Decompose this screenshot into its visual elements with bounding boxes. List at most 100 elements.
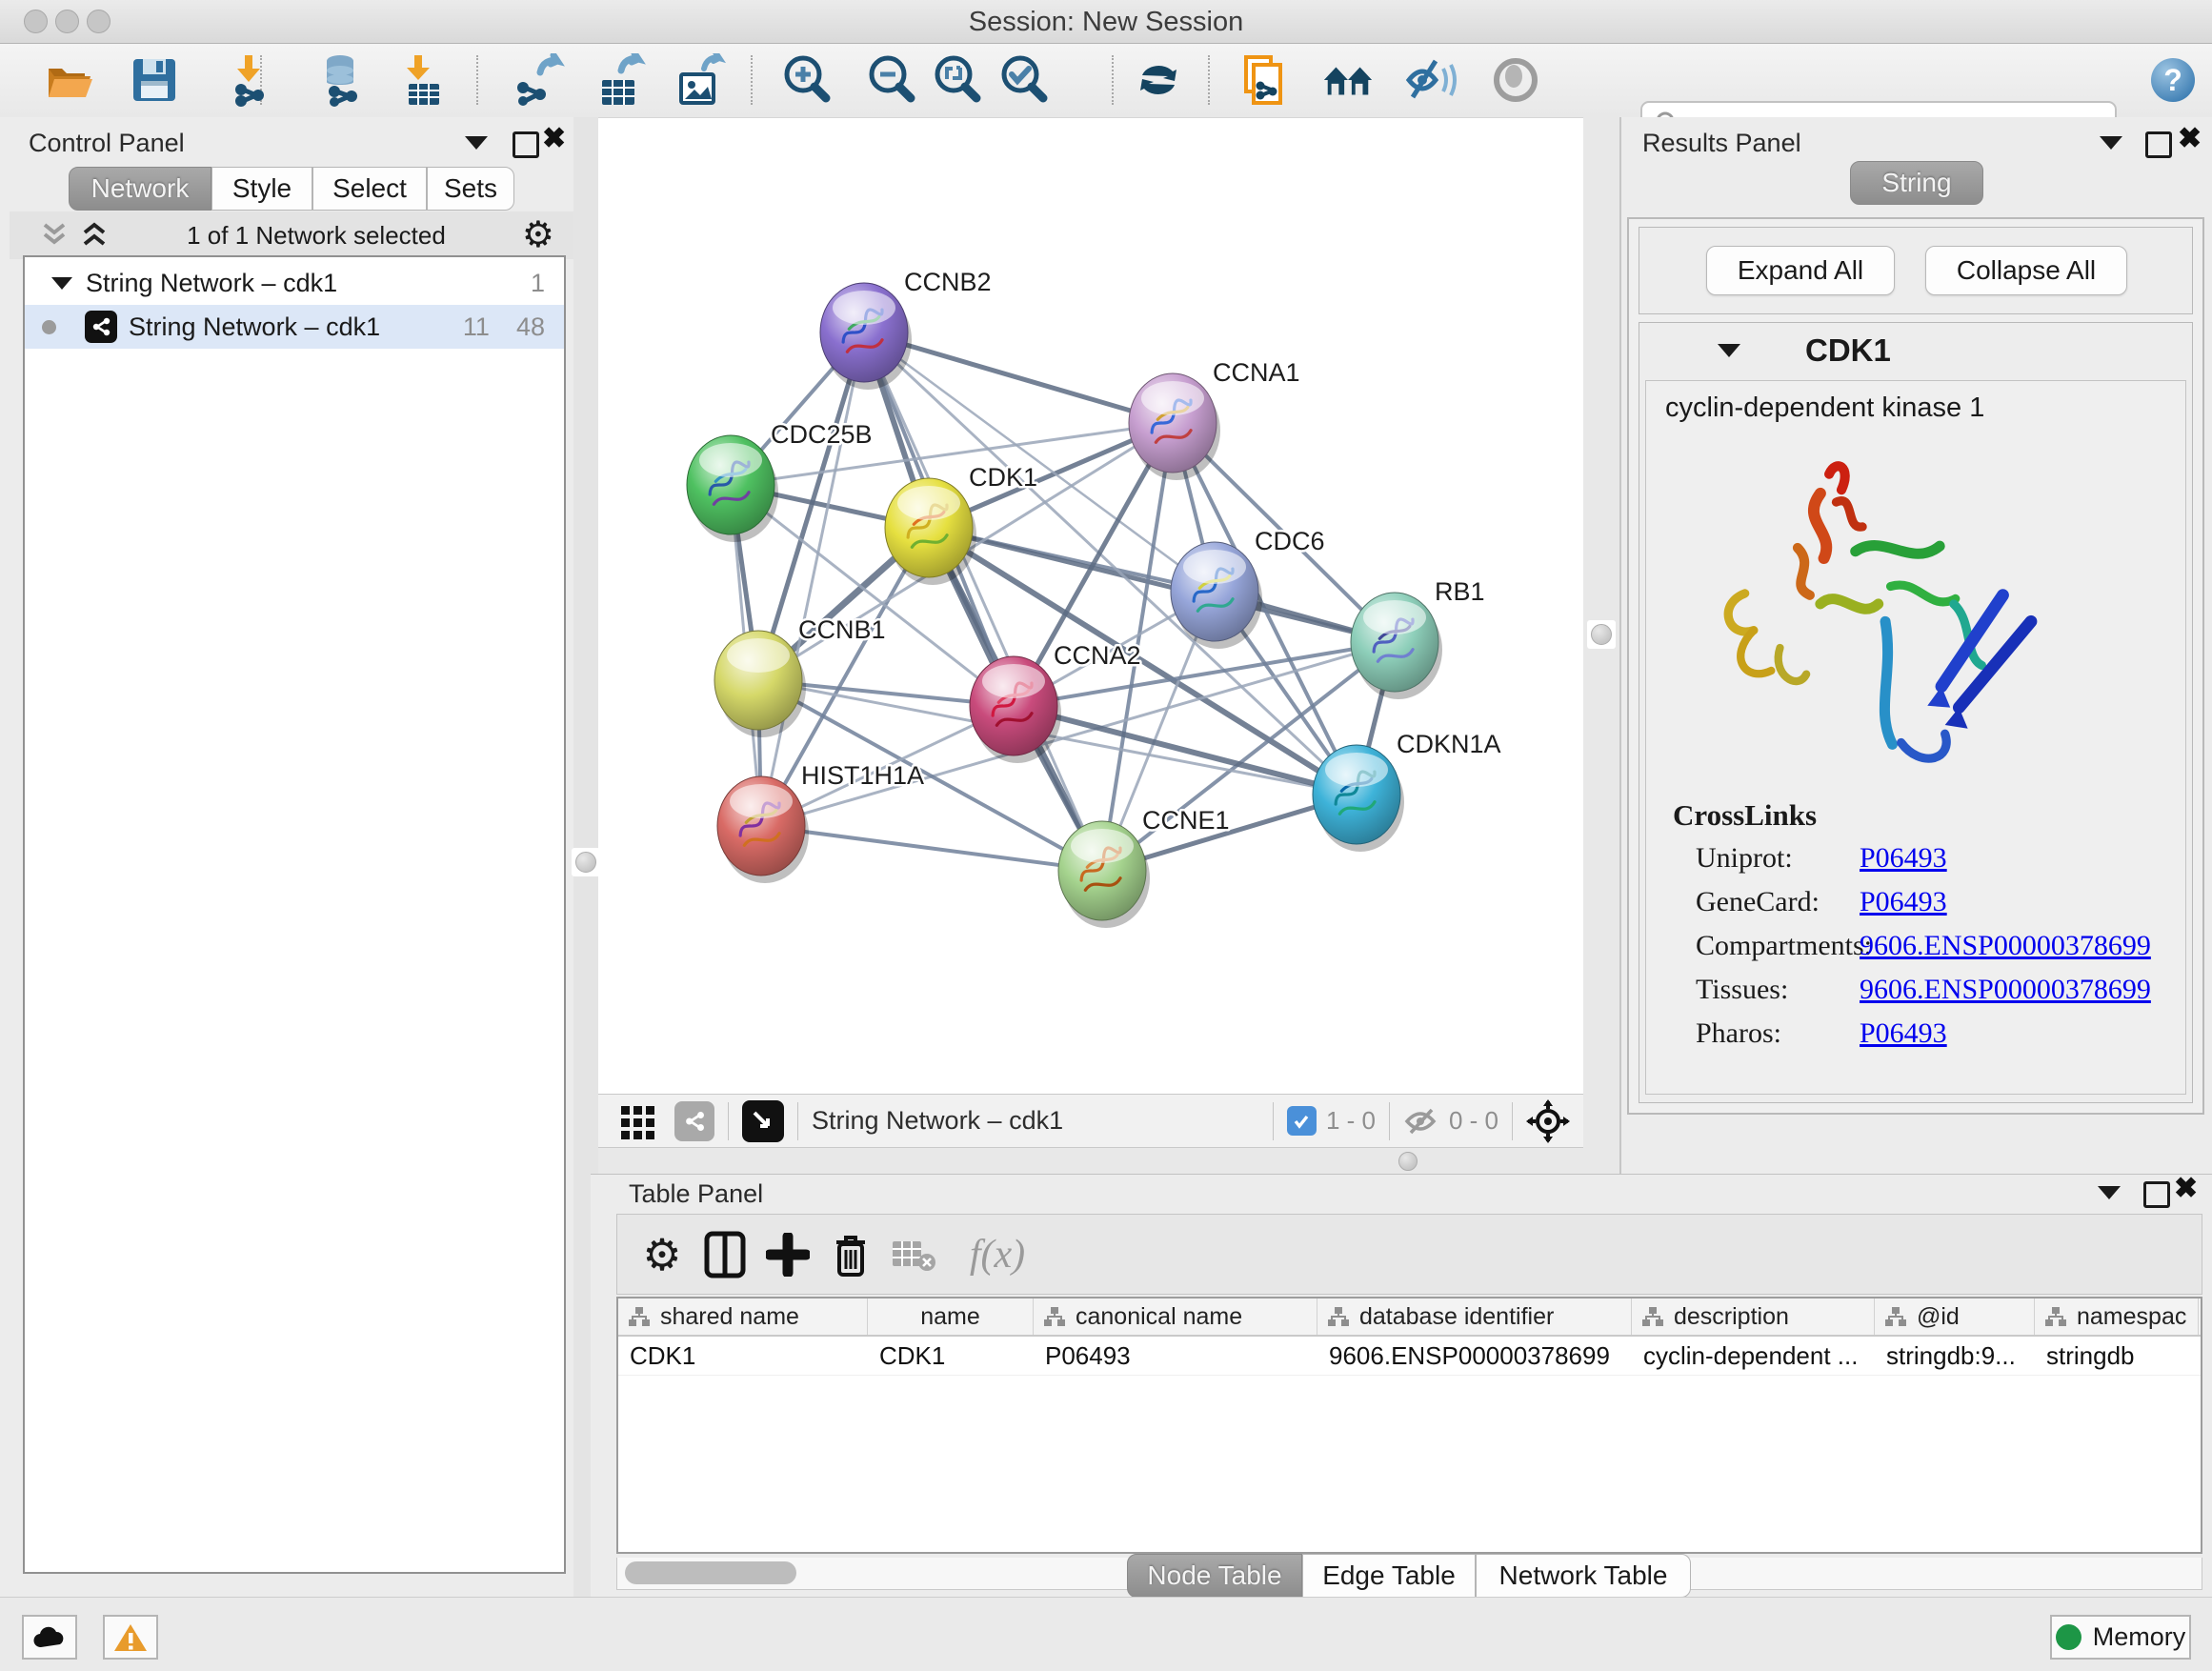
tab-select[interactable]: Select [312, 167, 427, 211]
export-network-button[interactable] [511, 52, 566, 108]
memory-button[interactable]: Memory [2050, 1615, 2191, 1660]
right-splitter[interactable] [1583, 117, 1619, 1174]
tab-style[interactable]: Style [211, 167, 312, 211]
cloud-status-button[interactable] [22, 1615, 77, 1660]
node-CDK1[interactable]: CDK1 [885, 463, 1037, 585]
export-image-button[interactable] [673, 52, 728, 108]
import-network-file-button[interactable] [227, 52, 282, 108]
scrollbar-thumb[interactable] [625, 1561, 796, 1584]
export-table-button[interactable] [592, 52, 647, 108]
save-session-button[interactable] [127, 52, 182, 108]
crosslink-link[interactable]: P06493 [1860, 1017, 1947, 1050]
add-column-icon[interactable] [756, 1223, 819, 1286]
splitter-handle[interactable] [572, 848, 600, 876]
column-header-shared-name[interactable]: shared name [618, 1299, 868, 1335]
title-bar: Session: New Session [0, 0, 2212, 44]
zoom-out-button[interactable] [864, 52, 919, 108]
column-header-description[interactable]: description [1632, 1299, 1875, 1335]
import-network-database-button[interactable] [314, 52, 370, 108]
node-label-CDKN1A: CDKN1A [1397, 730, 1501, 758]
network-tree-child-row[interactable]: String Network – cdk1 11 48 [25, 305, 564, 349]
node-CDKN1A[interactable]: CDKN1A [1313, 730, 1501, 852]
tab-edge-table[interactable]: Edge Table [1302, 1554, 1476, 1598]
zoom-in-button[interactable] [779, 52, 835, 108]
table-row[interactable]: CDK1CDK1P064939606.ENSP00000378699cyclin… [618, 1337, 2201, 1376]
collapse-all-button[interactable]: Collapse All [1925, 246, 2127, 295]
network-view-toolbar: String Network – cdk1 1 - 0 0 - 0 [598, 1094, 1583, 1148]
table-cell[interactable]: CDK1 [868, 1337, 1034, 1375]
entry-header[interactable]: CDK1 [1639, 323, 2192, 378]
node-CCNE1[interactable]: CCNE1 [1058, 806, 1230, 928]
node-CCNB1[interactable]: CCNB1 [714, 615, 886, 737]
table-panel-close-icon[interactable]: ✖ [2174, 1178, 2198, 1199]
neighbors-button[interactable] [1320, 52, 1376, 108]
table-cell[interactable]: P06493 [1034, 1337, 1317, 1375]
splitter-handle[interactable] [1587, 620, 1616, 649]
birds-eye-grid-icon[interactable] [619, 1102, 657, 1140]
entry-collapse-icon[interactable] [1718, 344, 1740, 357]
open-session-button[interactable] [42, 52, 97, 108]
warning-status-button[interactable] [103, 1615, 158, 1660]
table-type-tabs: Node TableEdge TableNetwork Table [1127, 1554, 1691, 1598]
chevron-double-up-icon[interactable] [78, 221, 111, 250]
edge-CCNE1-HIST1H1A[interactable] [761, 826, 1102, 871]
network-status-dot [42, 320, 56, 334]
tab-sets[interactable]: Sets [427, 167, 514, 211]
save-floppy-icon [131, 56, 178, 104]
column-header-@id[interactable]: @id [1875, 1299, 2035, 1335]
splitter-handle[interactable] [1398, 1152, 1418, 1171]
table-cell[interactable]: 9606.ENSP00000378699 [1317, 1337, 1632, 1375]
control-panel-close-icon[interactable]: ✖ [542, 129, 566, 150]
column-header-namespac[interactable]: namespac [2035, 1299, 2199, 1335]
import-table-file-button[interactable] [396, 52, 452, 108]
crosslink-link[interactable]: 9606.ENSP00000378699 [1860, 930, 2151, 962]
tree-expand-icon[interactable] [51, 277, 72, 290]
crosslink-link[interactable]: P06493 [1860, 842, 1947, 875]
table-settings-gear-icon[interactable]: ⚙ [631, 1223, 694, 1286]
node-CDC6[interactable]: CDC6 [1171, 527, 1325, 649]
table-panel-collapse-icon[interactable] [2098, 1186, 2121, 1199]
edge-CCNB2-CCNE1[interactable] [864, 332, 1102, 871]
clone-network-button[interactable] [1237, 52, 1293, 108]
tab-string[interactable]: String [1850, 161, 1983, 205]
tab-node-table[interactable]: Node Table [1127, 1554, 1302, 1598]
table-cell[interactable]: stringdb [2035, 1337, 2199, 1375]
expand-all-button[interactable]: Expand All [1706, 246, 1895, 295]
column-header-database-identifier[interactable]: database identifier [1317, 1299, 1632, 1335]
column-network-icon [1884, 1305, 1907, 1328]
apply-layout-button[interactable] [1131, 52, 1186, 108]
gear-icon[interactable]: ⚙ [522, 217, 554, 253]
hide-graphics-details-button[interactable] [1403, 52, 1458, 108]
show-columns-icon[interactable] [694, 1223, 756, 1286]
control-panel-collapse-icon[interactable] [465, 136, 488, 150]
column-header-name[interactable]: name [868, 1299, 1034, 1335]
zoom-fit-button[interactable] [930, 52, 985, 108]
node-label-CCNB1: CCNB1 [798, 615, 886, 644]
edge-CCNB2-HIST1H1A[interactable] [761, 332, 864, 826]
table-cell[interactable]: stringdb:9... [1875, 1337, 2035, 1375]
table-panel-float-icon[interactable] [2143, 1181, 2170, 1208]
delete-column-trash-icon[interactable] [819, 1223, 882, 1286]
cytoscape-window: Session: New Session [0, 0, 2212, 1671]
table-cell[interactable]: CDK1 [618, 1337, 868, 1375]
column-header-canonical-name[interactable]: canonical name [1034, 1299, 1317, 1335]
node-RB1[interactable]: RB1 [1351, 577, 1485, 699]
table-cell[interactable]: cyclin-dependent ... [1632, 1337, 1875, 1375]
results-panel-close-icon[interactable]: ✖ [2178, 129, 2202, 150]
crosslink-link[interactable]: P06493 [1860, 886, 1947, 918]
network-tree-root-row[interactable]: String Network – cdk1 1 [25, 261, 564, 305]
results-panel-collapse-icon[interactable] [2100, 136, 2122, 150]
toolbar-separator [751, 55, 753, 105]
tab-network-table[interactable]: Network Table [1476, 1554, 1691, 1598]
network-canvas[interactable]: CCNB2CCNA1CDC25BCDK1CDC6RB1CCNB1CCNA2CDK… [598, 117, 1583, 1095]
open-in-window-icon[interactable] [742, 1100, 784, 1142]
chevron-double-down-icon[interactable] [38, 221, 70, 250]
tab-network[interactable]: Network [69, 167, 211, 211]
control-panel-float-icon[interactable] [513, 131, 539, 158]
help-button[interactable]: ? [2145, 52, 2201, 108]
crosslink-link[interactable]: 9606.ENSP00000378699 [1860, 974, 2151, 1006]
zoom-selected-button[interactable] [996, 52, 1052, 108]
pan-crosshair-icon[interactable] [1526, 1099, 1570, 1143]
node-HIST1H1A[interactable]: HIST1H1A [717, 761, 924, 883]
results-panel-float-icon[interactable] [2145, 131, 2172, 158]
